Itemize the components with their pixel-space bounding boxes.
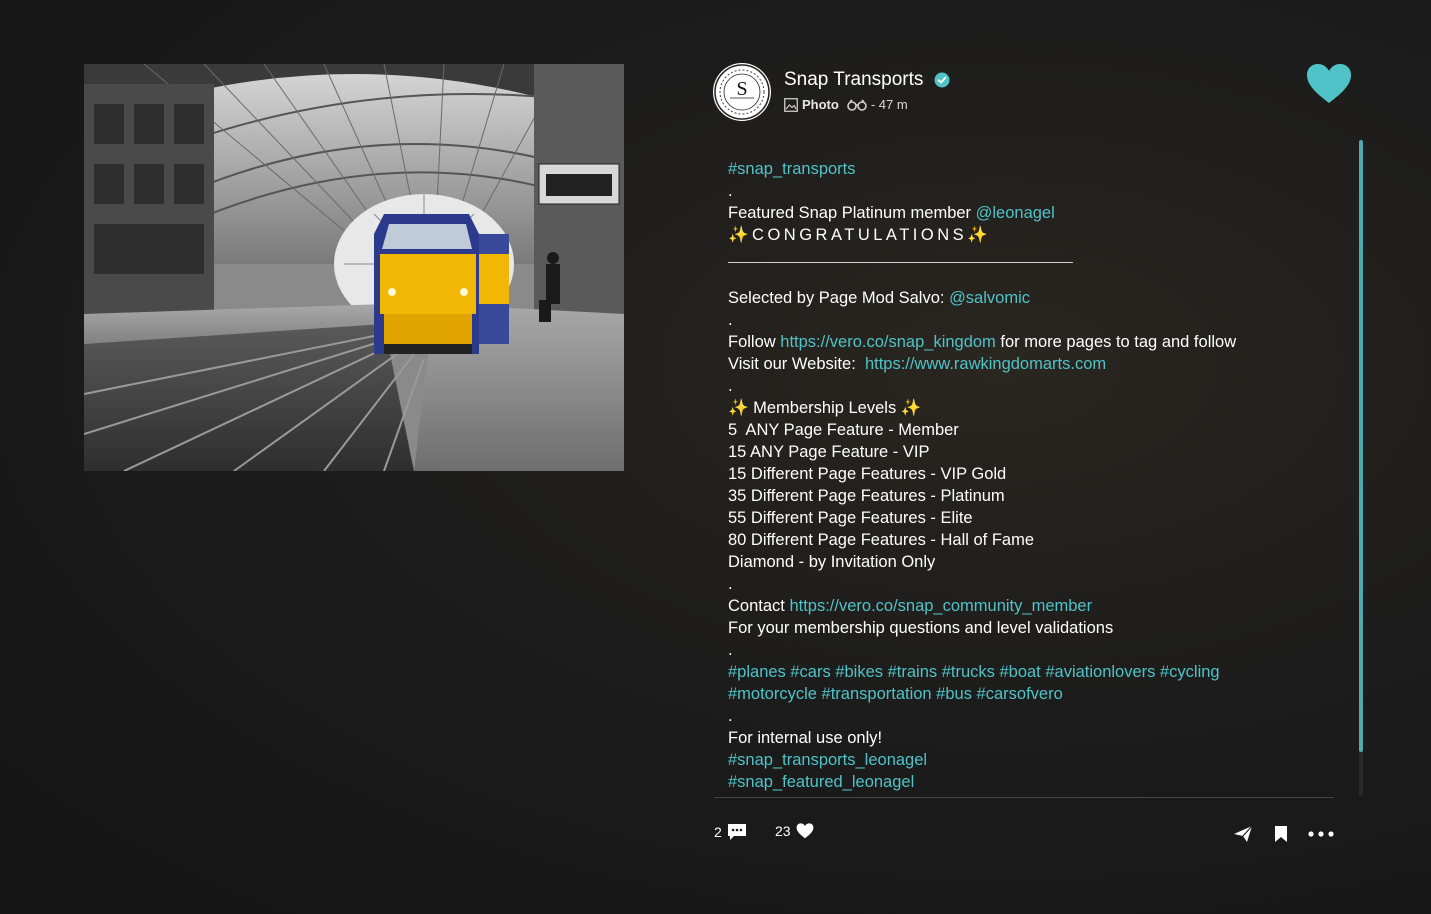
likes-button[interactable]: 23 (775, 823, 814, 839)
heart-icon (796, 823, 813, 839)
caption-line: For your membership questions and level … (728, 619, 1114, 637)
like-count: 23 (775, 823, 791, 839)
comment-count: 2 (714, 824, 722, 840)
congratulations-text: ✨CONGRATULATIONS✨ (728, 226, 992, 244)
post-header: S Snap Transports Photo - 47 m (713, 63, 1353, 123)
caption-line: For internal use only! (728, 729, 883, 747)
post-type: Photo (802, 97, 839, 112)
caption-divider (728, 262, 1073, 263)
caption-line: . (728, 377, 733, 395)
verified-badge-icon (934, 72, 950, 88)
post-photo[interactable] (84, 64, 624, 471)
post-footer: 2 23 (714, 823, 1339, 849)
hashtag-list[interactable]: #motorcycle #transportation #bus #carsof… (728, 683, 1328, 705)
account-name[interactable]: Snap Transports (784, 69, 923, 91)
url-link[interactable]: https://vero.co/snap_kingdom (780, 333, 996, 351)
caption-text: Featured Snap Platinum member (728, 204, 976, 222)
caption-text: Visit our Website: (728, 355, 865, 373)
url-link[interactable]: https://www.rawkingdomarts.com (865, 355, 1106, 373)
caption-line: . (728, 311, 733, 329)
footer-divider (714, 797, 1334, 798)
caption-line: . (728, 575, 733, 593)
membership-level: 5 ANY Page Feature - Member (728, 421, 959, 439)
avatar[interactable]: S (713, 63, 771, 121)
caption-line: Selected by Page Mod Salvo: @salvomic (728, 287, 1328, 309)
binoculars-icon (847, 98, 867, 111)
post-meta: Photo - 47 m (784, 97, 908, 112)
url-link[interactable]: https://vero.co/snap_community_member (789, 597, 1092, 615)
hashtag-link[interactable]: #snap_transports_leonagel (728, 749, 1328, 771)
membership-level: 80 Different Page Features - Hall of Fam… (728, 531, 1035, 549)
scrollbar-thumb[interactable] (1359, 140, 1363, 752)
membership-level: Diamond - by Invitation Only (728, 553, 936, 571)
caption-line: . (728, 182, 733, 200)
caption-text: for more pages to tag and follow (995, 333, 1237, 351)
hashtag-list[interactable]: #planes #cars #bikes #trains #trucks #bo… (728, 661, 1328, 683)
post-caption: #snap_transports . Featured Snap Platinu… (728, 158, 1328, 796)
caption-text: Selected by Page Mod Salvo: (728, 289, 950, 307)
bookmark-icon[interactable] (1274, 825, 1288, 843)
membership-level: 55 Different Page Features - Elite (728, 509, 973, 527)
post-time: - 47 m (870, 97, 908, 112)
caption-line: . (728, 641, 733, 659)
membership-level: 35 Different Page Features - Platinum (728, 487, 1005, 505)
caption-text: Follow (728, 333, 781, 351)
avatar-text: S (736, 78, 748, 100)
membership-level: 15 Different Page Features - VIP Gold (728, 465, 1007, 483)
comment-bubble-icon (727, 824, 746, 840)
membership-levels-title: ✨ Membership Levels ✨ (728, 399, 922, 417)
caption-line: Follow https://vero.co/snap_kingdom for … (728, 331, 1328, 353)
mention-link[interactable]: @salvomic (949, 289, 1030, 307)
comments-button[interactable]: 2 (714, 823, 747, 841)
membership-level: 15 ANY Page Feature - VIP (728, 443, 930, 461)
image-icon (784, 97, 798, 112)
caption-line: . (728, 707, 733, 725)
caption-line: Visit our Website: https://www.rawkingdo… (728, 353, 1328, 375)
caption-line: #snap_transports (728, 158, 1328, 180)
train-station-photo (84, 64, 624, 471)
caption-line: Featured Snap Platinum member @leonagel (728, 202, 1328, 224)
caption-text: Contact (728, 597, 790, 615)
send-icon[interactable] (1233, 825, 1253, 843)
like-heart-icon[interactable] (1306, 63, 1352, 105)
mention-link[interactable]: @leonagel (976, 204, 1055, 222)
more-dots-icon[interactable] (1308, 831, 1334, 837)
hashtag-link[interactable]: #snap_transports (728, 160, 856, 178)
caption-line: Contact https://vero.co/snap_community_m… (728, 595, 1328, 617)
hashtag-link[interactable]: #snap_featured_leonagel (728, 771, 1328, 793)
